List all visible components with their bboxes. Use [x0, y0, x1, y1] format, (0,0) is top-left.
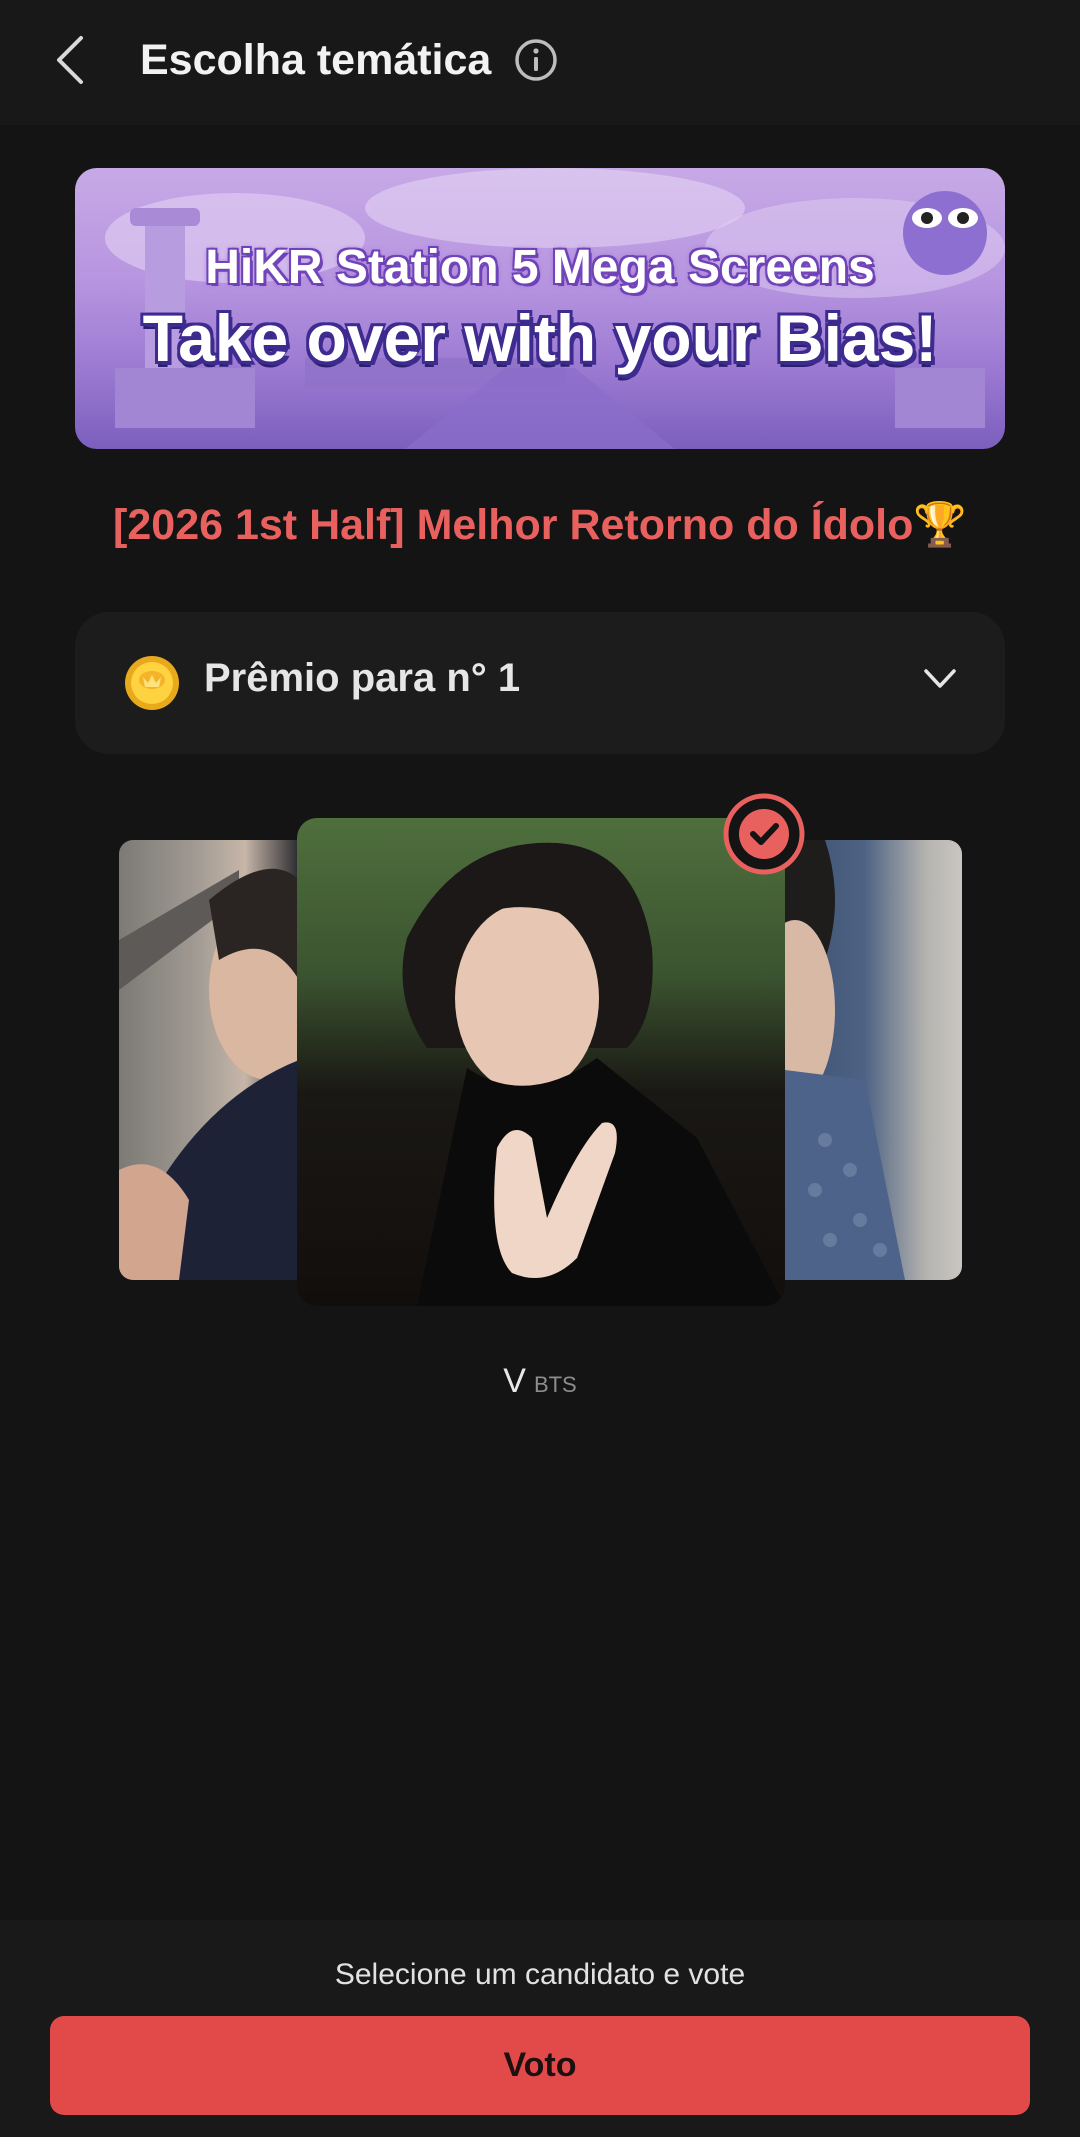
candidate-photo — [785, 840, 905, 1280]
selected-check-badge — [722, 792, 806, 876]
banner-tagline: Take over with your Bias! — [142, 301, 938, 375]
candidate-photo — [402, 842, 785, 1306]
event-title: [2026 1st Half] Melhor Retorno do Ídolo🏆 — [113, 501, 967, 549]
info-button[interactable] — [514, 38, 558, 82]
candidate-caption: V BTS — [0, 1362, 1080, 1401]
coin-icon — [125, 656, 179, 710]
back-arrow-icon — [57, 36, 83, 84]
candidate-card-selected[interactable] — [297, 818, 785, 1306]
banner-headline: HiKR Station 5 Mega Screens — [205, 241, 875, 294]
prize-dropdown[interactable]: Prêmio para n° 1 — [75, 612, 1005, 754]
candidate-photo — [119, 868, 299, 1280]
candidate-card-next[interactable] — [785, 840, 962, 1280]
info-icon — [515, 39, 557, 81]
header: Escolha temática — [0, 0, 1080, 125]
chevron-down-icon — [924, 669, 956, 688]
candidate-card-previous[interactable] — [119, 840, 299, 1280]
prize-label: Prêmio para n° 1 — [204, 656, 521, 700]
candidate-name: V — [503, 1362, 526, 1400]
vote-instruction: Selecione um candidato e vote — [334, 1958, 746, 1991]
footer: Selecione um candidato e vote Voto — [0, 1920, 1080, 2137]
candidate-group: BTS — [533, 1372, 577, 1397]
page-title: Escolha temática — [140, 36, 492, 84]
check-circle-icon — [723, 793, 805, 875]
promo-banner[interactable]: HiKR Station 5 Mega Screens Take over wi… — [75, 168, 1005, 449]
back-button[interactable] — [46, 28, 94, 92]
vote-button[interactable]: Voto — [50, 2016, 1030, 2115]
